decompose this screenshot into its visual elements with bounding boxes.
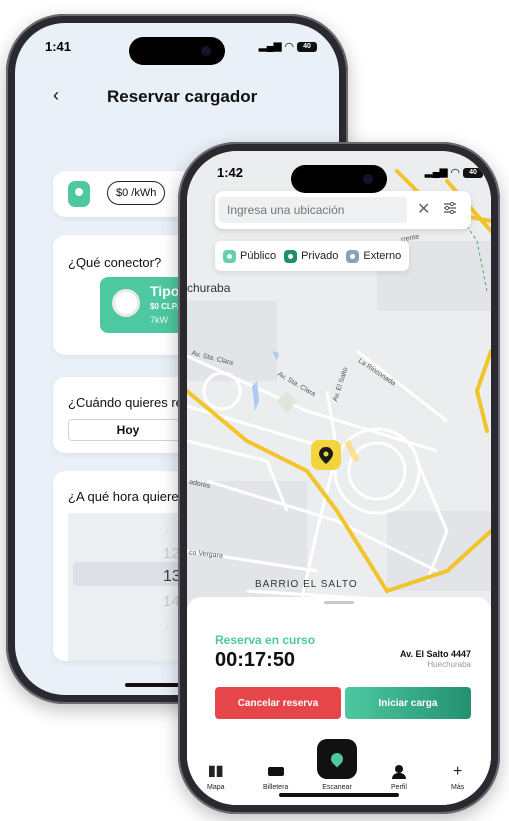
battery-icon: 40 xyxy=(297,41,317,52)
user-icon xyxy=(391,765,407,779)
filter-label: Externo xyxy=(363,250,402,262)
filter-private[interactable]: Privado xyxy=(284,249,339,263)
clear-icon[interactable]: ✕ xyxy=(417,199,430,219)
private-pin-icon xyxy=(284,249,298,263)
nav-label: Escanear xyxy=(322,784,352,791)
dynamic-island xyxy=(291,165,387,193)
when-question: ¿Cuándo quieres re xyxy=(68,395,183,410)
hour-item[interactable]: 15 xyxy=(163,617,179,633)
status-time: 1:42 xyxy=(217,165,244,180)
map-screen: churaba Av. Sta. Clara Av. Sta. Clara Av… xyxy=(187,151,491,805)
signal-icon: ▂▄▆ xyxy=(424,167,448,178)
home-indicator xyxy=(279,793,399,797)
time-question: ¿A qué hora quieres xyxy=(68,489,186,504)
filter-label: Privado xyxy=(301,250,339,262)
back-chevron-icon[interactable]: ‹ xyxy=(53,85,59,106)
nav-label: Billetera xyxy=(263,784,289,791)
sheet-handle[interactable] xyxy=(324,601,354,604)
status-time: 1:41 xyxy=(45,39,72,54)
plus-icon: + xyxy=(452,763,463,780)
charger-map-pin[interactable] xyxy=(311,440,341,470)
filter-chips: Público Privado Externo xyxy=(215,241,409,271)
connector-question: ¿Qué conector? xyxy=(68,255,162,270)
status-icons: ▂▄▆ ◠ 40 xyxy=(259,40,317,53)
nav-profile[interactable]: Perfil xyxy=(391,765,407,791)
hour-item[interactable]: 11 xyxy=(163,521,178,537)
external-pin-icon xyxy=(346,249,360,263)
map-icon: ▮▮ xyxy=(208,762,224,778)
front-phone: churaba Av. Sta. Clara Av. Sta. Clara Av… xyxy=(178,142,500,814)
signal-icon: ▂▄▆ xyxy=(258,41,282,52)
connector-price: $0 CLP/ xyxy=(150,302,180,311)
station-commune: Huechuraba xyxy=(427,660,471,669)
filter-public[interactable]: Público xyxy=(223,249,277,263)
start-charging-button[interactable]: Iniciar carga xyxy=(345,687,471,719)
connector-name: Tipo xyxy=(150,283,180,299)
cancel-reservation-button[interactable]: Cancelar reserva xyxy=(215,687,341,719)
price-badge: $0 /kWh xyxy=(107,181,166,205)
type2-plug-icon xyxy=(112,289,140,317)
status-icons: ▂▄▆ ◠ 40 xyxy=(425,166,483,179)
map-label-barrio: BARRIO EL SALTO xyxy=(255,579,358,590)
connector-power: 7kW xyxy=(150,315,168,325)
nav-label: Perfil xyxy=(391,784,407,791)
day-option-today[interactable]: Hoy xyxy=(68,419,188,441)
filter-external[interactable]: Externo xyxy=(346,249,402,263)
search-bar: ✕ xyxy=(215,191,471,229)
nav-label: Mapa xyxy=(207,784,225,791)
nav-map[interactable]: ▮▮ Mapa xyxy=(207,762,225,791)
nav-more[interactable]: + Más xyxy=(451,763,465,792)
filter-label: Público xyxy=(240,250,277,262)
search-input[interactable] xyxy=(219,197,407,223)
charger-pin-icon xyxy=(68,181,90,207)
page-title: Reservar cargador xyxy=(107,87,258,106)
nav-scan[interactable]: Escanear xyxy=(317,739,357,791)
reservation-status: Reserva en curso xyxy=(215,633,316,647)
map-label-huechuraba: churaba xyxy=(187,281,231,295)
nav-label: Más xyxy=(451,784,465,791)
scan-pin-icon xyxy=(317,739,357,779)
wifi-icon: ◠ xyxy=(450,167,460,179)
battery-icon: 40 xyxy=(463,167,483,178)
public-pin-icon xyxy=(223,249,236,263)
nav-wallet[interactable]: Billetera xyxy=(263,767,288,791)
dynamic-island xyxy=(129,37,225,65)
reservation-timer: 00:17:50 xyxy=(215,649,296,671)
filter-sliders-icon[interactable] xyxy=(443,201,457,215)
wallet-icon xyxy=(267,767,284,779)
wifi-icon: ◠ xyxy=(284,41,294,53)
station-address: Av. El Salto 4447 xyxy=(399,649,471,659)
